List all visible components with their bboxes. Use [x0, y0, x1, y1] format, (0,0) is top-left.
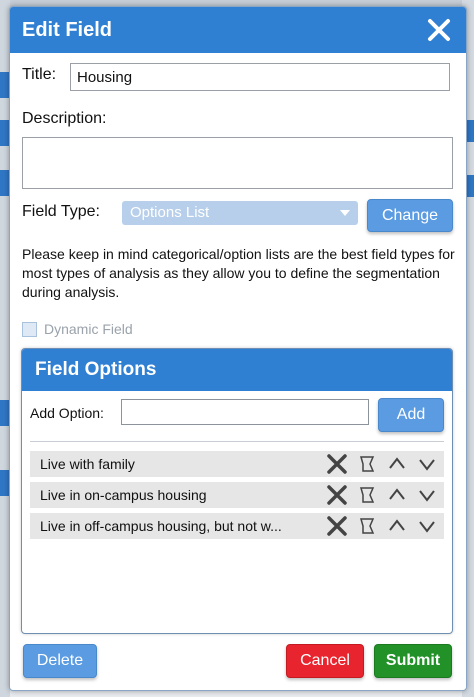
delete-option-button[interactable]	[326, 484, 348, 506]
chevron-up-icon	[389, 519, 405, 531]
divider	[30, 441, 444, 442]
close-icon	[327, 516, 347, 536]
field-options-panel: Field Options Add Option: Add Live with …	[21, 348, 453, 634]
delete-option-button[interactable]	[326, 515, 348, 537]
dynamic-field-label: Dynamic Field	[44, 321, 133, 337]
description-textarea[interactable]	[22, 137, 453, 189]
description-label: Description:	[22, 110, 107, 127]
move-up-button[interactable]	[386, 484, 408, 506]
add-option-label: Add Option:	[30, 405, 104, 421]
delete-button[interactable]: Delete	[23, 644, 97, 678]
field-type-value: Options List	[130, 204, 210, 221]
tag-icon	[360, 518, 375, 534]
move-down-button[interactable]	[416, 515, 438, 537]
checkbox-box[interactable]	[22, 321, 37, 337]
add-option-input[interactable]	[121, 399, 369, 425]
list-item[interactable]: Live in off-campus housing, but not w...	[30, 513, 444, 539]
edit-option-button[interactable]	[356, 484, 378, 506]
edit-option-button[interactable]	[356, 453, 378, 475]
field-type-label: Field Type:	[22, 203, 100, 220]
option-label: Live in off-campus housing, but not w...	[40, 518, 282, 534]
close-icon	[327, 485, 347, 505]
add-option-button[interactable]: Add	[378, 398, 444, 432]
tag-icon	[360, 456, 375, 472]
option-label: Live with family	[40, 456, 135, 472]
field-type-note: Please keep in mind categorical/option l…	[22, 246, 455, 300]
submit-button[interactable]: Submit	[374, 644, 452, 678]
close-icon	[428, 19, 450, 41]
chevron-down-icon	[340, 210, 350, 216]
chevron-down-icon	[419, 490, 435, 502]
chevron-down-icon	[419, 459, 435, 471]
move-up-button[interactable]	[386, 515, 408, 537]
option-label: Live in on-campus housing	[40, 487, 207, 503]
title-label: Title:	[22, 66, 57, 83]
list-item[interactable]: Live in on-campus housing	[30, 482, 444, 508]
edit-option-button[interactable]	[356, 515, 378, 537]
move-down-button[interactable]	[416, 453, 438, 475]
list-item[interactable]: Live with family	[30, 451, 444, 477]
move-up-button[interactable]	[386, 453, 408, 475]
cancel-button[interactable]: Cancel	[286, 644, 364, 678]
close-button[interactable]	[424, 15, 454, 45]
dialog-header: Edit Field	[10, 7, 466, 53]
edit-field-dialog: Edit Field Title: Description: Field Typ…	[9, 6, 467, 691]
chevron-down-icon	[419, 521, 435, 533]
tag-icon	[360, 487, 375, 503]
delete-option-button[interactable]	[326, 453, 348, 475]
close-icon	[327, 454, 347, 474]
dynamic-field-checkbox[interactable]: Dynamic Field	[22, 321, 133, 337]
move-down-button[interactable]	[416, 484, 438, 506]
field-options-header: Field Options	[22, 349, 452, 391]
chevron-up-icon	[389, 457, 405, 469]
field-type-select[interactable]: Options List	[122, 201, 358, 225]
change-button[interactable]: Change	[367, 199, 453, 232]
chevron-up-icon	[389, 488, 405, 500]
title-input[interactable]	[70, 63, 450, 91]
dialog-title: Edit Field	[22, 18, 112, 41]
